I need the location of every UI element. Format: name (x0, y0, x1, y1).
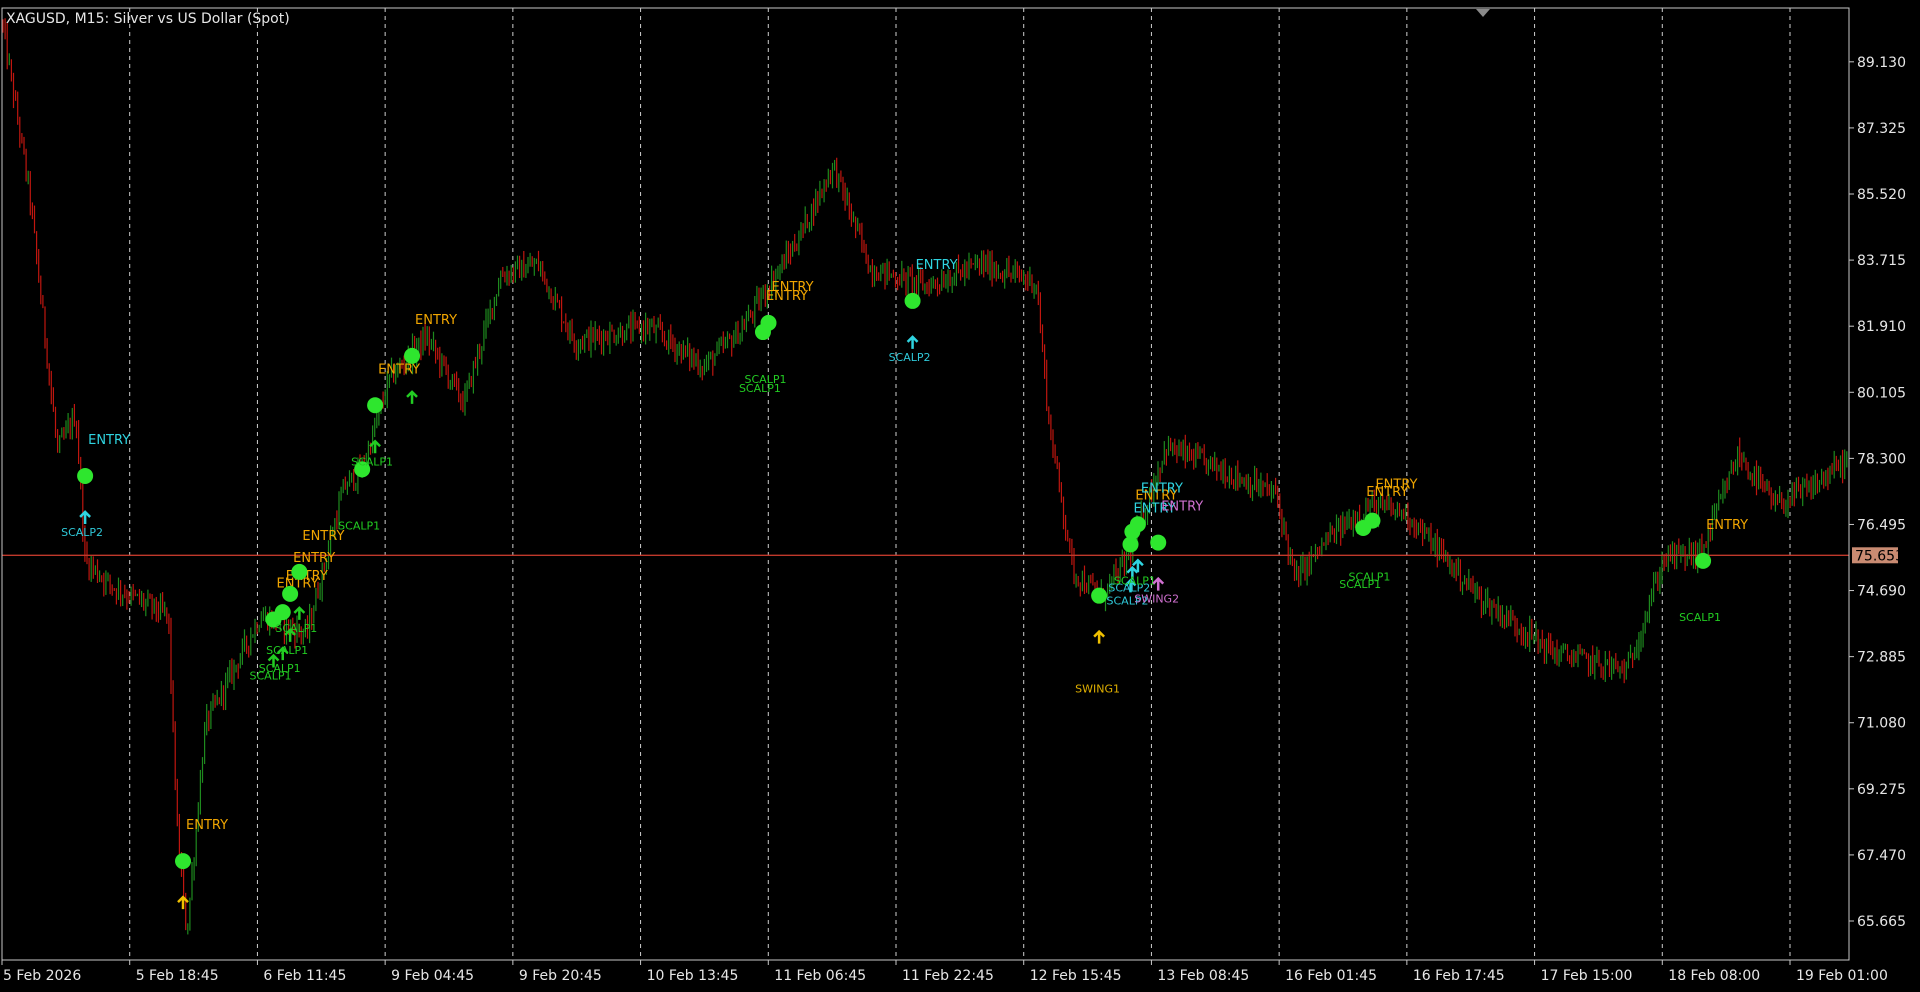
signal-scalp-label: SCALP2 (61, 526, 103, 539)
signal-dot (904, 292, 921, 309)
x-tick-label: 10 Feb 13:45 (647, 968, 739, 984)
signal-dot (1695, 552, 1712, 569)
current-price-label: 75.653 (1855, 548, 1904, 564)
signal-dot (404, 347, 421, 364)
y-tick-label: 76.495 (1857, 517, 1906, 533)
signal-entry-label: ENTRY (415, 313, 457, 328)
y-tick-label: 72.885 (1857, 650, 1906, 666)
signal-entry-label: ENTRY (916, 258, 958, 273)
signal-entry-label: ENTRY (1375, 478, 1417, 493)
signal-entry-label: ENTRY (1141, 481, 1183, 496)
y-tick-label: 78.300 (1857, 451, 1906, 467)
signal-scalp-label: SCALP1 (338, 519, 380, 532)
signal-scalp-label: SWING2 (1134, 593, 1179, 606)
signal-scalp-label: SCALP1 (275, 622, 317, 635)
x-tick-label: 6 Feb 11:45 (263, 968, 346, 984)
signal-dot (1091, 587, 1108, 604)
signal-dot (291, 563, 308, 580)
x-tick-label: 13 Feb 08:45 (1157, 968, 1249, 984)
chart-symbol-title: XAGUSD, M15: Silver vs US Dollar (Spot) (6, 11, 290, 27)
signal-scalp-label: SCALP1 (1679, 611, 1721, 624)
signal-scalp-label: SCALP1 (1348, 571, 1390, 584)
signal-dot (1364, 512, 1381, 529)
signal-scalp-label: SCALP1 (266, 644, 308, 657)
x-tick-label: 12 Feb 15:45 (1030, 968, 1122, 984)
signal-dot (760, 314, 777, 331)
signal-entry-label: ENTRY (772, 280, 814, 295)
y-tick-label: 85.520 (1857, 187, 1906, 203)
y-tick-label: 67.470 (1857, 848, 1906, 864)
signal-dot (282, 585, 299, 602)
x-tick-label: 11 Feb 06:45 (774, 968, 866, 984)
x-tick-label: 16 Feb 01:45 (1285, 968, 1377, 984)
x-tick-label: 18 Feb 08:00 (1668, 968, 1760, 984)
signal-dot (175, 853, 192, 870)
signal-scalp-label: SCALP1 (745, 373, 787, 386)
y-tick-label: 87.325 (1857, 121, 1906, 137)
x-tick-label: 17 Feb 15:00 (1541, 968, 1633, 984)
signal-dot (274, 604, 291, 621)
x-tick-label: 9 Feb 20:45 (519, 968, 602, 984)
signal-scalp-label: SCALP2 (889, 351, 931, 364)
signal-entry-label: ENTRY (1706, 518, 1748, 533)
signal-scalp-label: SCALP1 (259, 662, 301, 675)
x-tick-label: 19 Feb 01:00 (1796, 968, 1888, 984)
signal-dot (1129, 516, 1146, 533)
signal-scalp-label: SCALP1 (351, 455, 393, 468)
x-tick-label: 9 Feb 04:45 (391, 968, 474, 984)
x-tick-label: 5 Feb 18:45 (136, 968, 219, 984)
x-tick-label: 5 Feb 2026 (3, 968, 81, 984)
y-tick-label: 71.080 (1857, 716, 1906, 732)
signal-scalp-label: SCALP1 (1114, 574, 1156, 587)
x-tick-label: 16 Feb 17:45 (1413, 968, 1505, 984)
signal-entry-label: ENTRY (88, 433, 130, 448)
y-tick-label: 83.715 (1857, 253, 1906, 269)
signal-scalp-label: SWING1 (1075, 683, 1120, 696)
signal-dot (367, 397, 384, 414)
y-tick-label: 74.690 (1857, 584, 1906, 600)
signal-dot (77, 467, 94, 484)
signal-entry-label: ENTRY (186, 818, 228, 833)
chart-background (0, 0, 1920, 992)
x-tick-label: 11 Feb 22:45 (902, 968, 994, 984)
y-tick-label: 81.910 (1857, 319, 1906, 335)
y-tick-label: 69.275 (1857, 782, 1906, 798)
signal-dot (1150, 534, 1167, 551)
signal-entry-label: ENTRY (293, 551, 335, 566)
y-tick-label: 80.105 (1857, 385, 1906, 401)
signal-entry-label: ENTRY (378, 362, 420, 377)
signal-entry-label: ENTRY (1161, 500, 1203, 515)
y-tick-label: 89.130 (1857, 55, 1906, 71)
y-tick-label: 65.665 (1857, 914, 1906, 930)
price-chart[interactable]: 75.653 ENTRY SCALP2 ENTRY ENTRY SCALP1 ENTRY S… (0, 0, 1920, 992)
